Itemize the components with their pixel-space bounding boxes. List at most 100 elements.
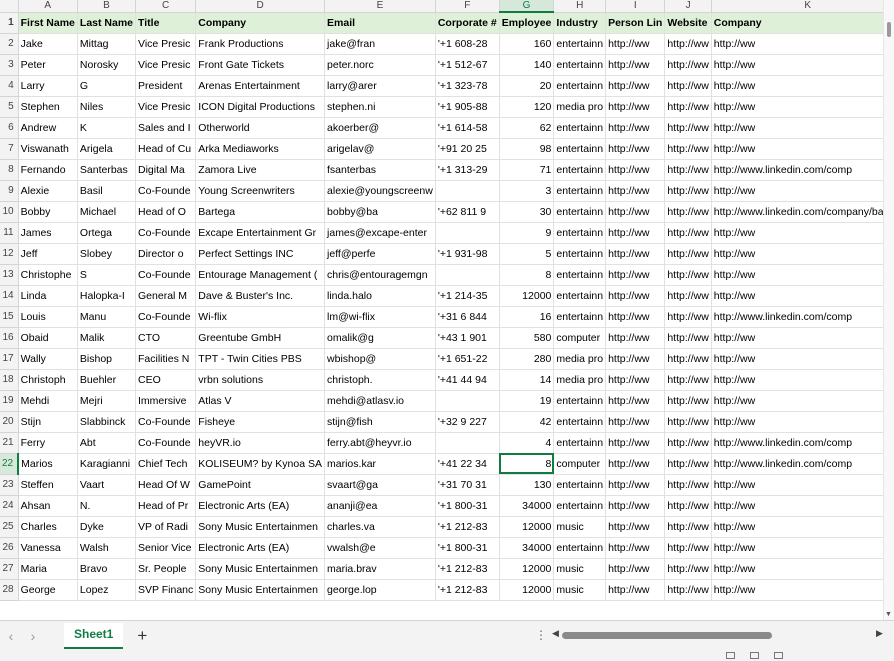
cell[interactable]: Atlas V [195, 390, 326, 412]
cell[interactable]: http://ww [605, 96, 666, 118]
cell[interactable]: http://ww [605, 369, 666, 391]
cell[interactable]: Christoph [18, 369, 78, 391]
cell[interactable]: maria.brav [324, 558, 436, 580]
cell[interactable]: http://ww [664, 138, 712, 160]
cell[interactable]: '+1 212-83 [435, 579, 500, 601]
cell[interactable]: Stephen [18, 96, 78, 118]
cell[interactable]: entertainn [553, 159, 607, 181]
cell[interactable]: Louis [18, 306, 78, 328]
cell[interactable]: http://ww [711, 411, 894, 433]
column-header[interactable]: F [435, 0, 500, 13]
cell[interactable]: Sony Music Entertainmen [195, 579, 326, 601]
cell[interactable]: Niles [77, 96, 137, 118]
cell[interactable]: wbishop@ [324, 348, 436, 370]
row-header[interactable]: 17 [0, 348, 19, 370]
cell[interactable]: Vanessa [18, 537, 78, 559]
cell[interactable]: Mehdi [18, 390, 78, 412]
cell[interactable]: 62 [499, 117, 555, 139]
cell[interactable]: http://ww [664, 390, 712, 412]
cell[interactable]: '+43 1 901 [435, 327, 500, 349]
cell[interactable]: 42 [499, 411, 555, 433]
column-header[interactable]: A [18, 0, 78, 13]
cell[interactable]: '+1 212-83 [435, 516, 500, 538]
cell[interactable]: http://ww [664, 453, 712, 475]
cell[interactable]: Walsh [77, 537, 137, 559]
cell[interactable]: Perfect Settings INC [195, 243, 326, 265]
column-title-cell[interactable]: Last Name [77, 12, 137, 34]
cell[interactable]: http://ww [605, 453, 666, 475]
cell[interactable]: http://ww [664, 348, 712, 370]
cell[interactable]: http://ww [664, 516, 712, 538]
horizontal-scroll-thumb[interactable] [562, 632, 772, 639]
cell[interactable]: http://ww [711, 327, 894, 349]
cell[interactable]: Andrew [18, 117, 78, 139]
cell[interactable]: '+1 651-22 [435, 348, 500, 370]
cell[interactable]: '+1 800-31 [435, 495, 500, 517]
cell[interactable]: http://ww [664, 264, 712, 286]
cell[interactable]: 4 [499, 432, 555, 454]
cell[interactable]: SVP Financ [135, 579, 197, 601]
cell[interactable]: Sr. People [135, 558, 197, 580]
cell[interactable]: Viswanath [18, 138, 78, 160]
cell[interactable]: 12000 [499, 285, 555, 307]
cell[interactable]: Karagianni [77, 453, 137, 475]
cell[interactable]: Fernando [18, 159, 78, 181]
cell[interactable]: Senior Vice [135, 537, 197, 559]
cell[interactable]: entertainn [553, 33, 607, 55]
cell[interactable]: Wally [18, 348, 78, 370]
cell[interactable]: G [77, 75, 137, 97]
cell[interactable]: Dyke [77, 516, 137, 538]
cell[interactable]: K [77, 117, 137, 139]
cell[interactable]: http://ww [605, 537, 666, 559]
row-header[interactable]: 6 [0, 117, 19, 139]
cell[interactable]: '+1 800-31 [435, 537, 500, 559]
cell[interactable]: http://ww [664, 222, 712, 244]
cell[interactable]: '+91 20 25 [435, 138, 500, 160]
cell[interactable]: http://ww [711, 96, 894, 118]
cell[interactable]: 30 [499, 201, 555, 223]
column-header[interactable]: C [135, 0, 197, 13]
row-header[interactable]: 15 [0, 306, 19, 328]
cell[interactable]: Sony Music Entertainmen [195, 558, 326, 580]
column-header[interactable]: D [195, 0, 326, 13]
cell[interactable]: 12000 [499, 558, 555, 580]
scroll-right-icon[interactable]: ▶ [876, 628, 883, 639]
cell[interactable]: http://ww [605, 432, 666, 454]
row-header[interactable]: 27 [0, 558, 19, 580]
cell[interactable]: '+1 905-88 [435, 96, 500, 118]
cell[interactable]: 12000 [499, 516, 555, 538]
cell[interactable]: http://ww [664, 159, 712, 181]
row-header[interactable]: 28 [0, 579, 19, 601]
row-header[interactable]: 2 [0, 33, 19, 55]
cell[interactable]: CEO [135, 369, 197, 391]
cell[interactable]: 71 [499, 159, 555, 181]
cell[interactable]: entertainn [553, 201, 607, 223]
cell[interactable]: 8 [499, 264, 555, 286]
cell[interactable]: Fisheye [195, 411, 326, 433]
cell[interactable]: http://www.linkedin.com/comp [711, 159, 894, 181]
cell[interactable]: http://ww [664, 495, 712, 517]
cell[interactable]: '+1 313-29 [435, 159, 500, 181]
cell[interactable]: Stijn [18, 411, 78, 433]
cell[interactable]: stijn@fish [324, 411, 436, 433]
cell[interactable]: Front Gate Tickets [195, 54, 326, 76]
cell[interactable]: http://ww [605, 138, 666, 160]
cell[interactable]: Facilities N [135, 348, 197, 370]
cell[interactable]: http://ww [664, 306, 712, 328]
cell[interactable]: GamePoint [195, 474, 326, 496]
cell[interactable]: george.lop [324, 579, 436, 601]
cell[interactable]: 98 [499, 138, 555, 160]
cell[interactable]: stephen.ni [324, 96, 436, 118]
cell[interactable]: Manu [77, 306, 137, 328]
cell[interactable]: Bishop [77, 348, 137, 370]
cell[interactable]: http://ww [664, 411, 712, 433]
cell[interactable]: http://ww [605, 75, 666, 97]
cell[interactable]: http://ww [664, 243, 712, 265]
page-break-view-icon[interactable] [774, 652, 783, 659]
cell[interactable]: Santerbas [77, 159, 137, 181]
cell[interactable]: svaart@ga [324, 474, 436, 496]
cell[interactable]: http://ww [605, 474, 666, 496]
cell[interactable]: '+41 22 34 [435, 453, 500, 475]
column-header[interactable]: K [711, 0, 894, 13]
cell[interactable]: TPT - Twin Cities PBS [195, 348, 326, 370]
